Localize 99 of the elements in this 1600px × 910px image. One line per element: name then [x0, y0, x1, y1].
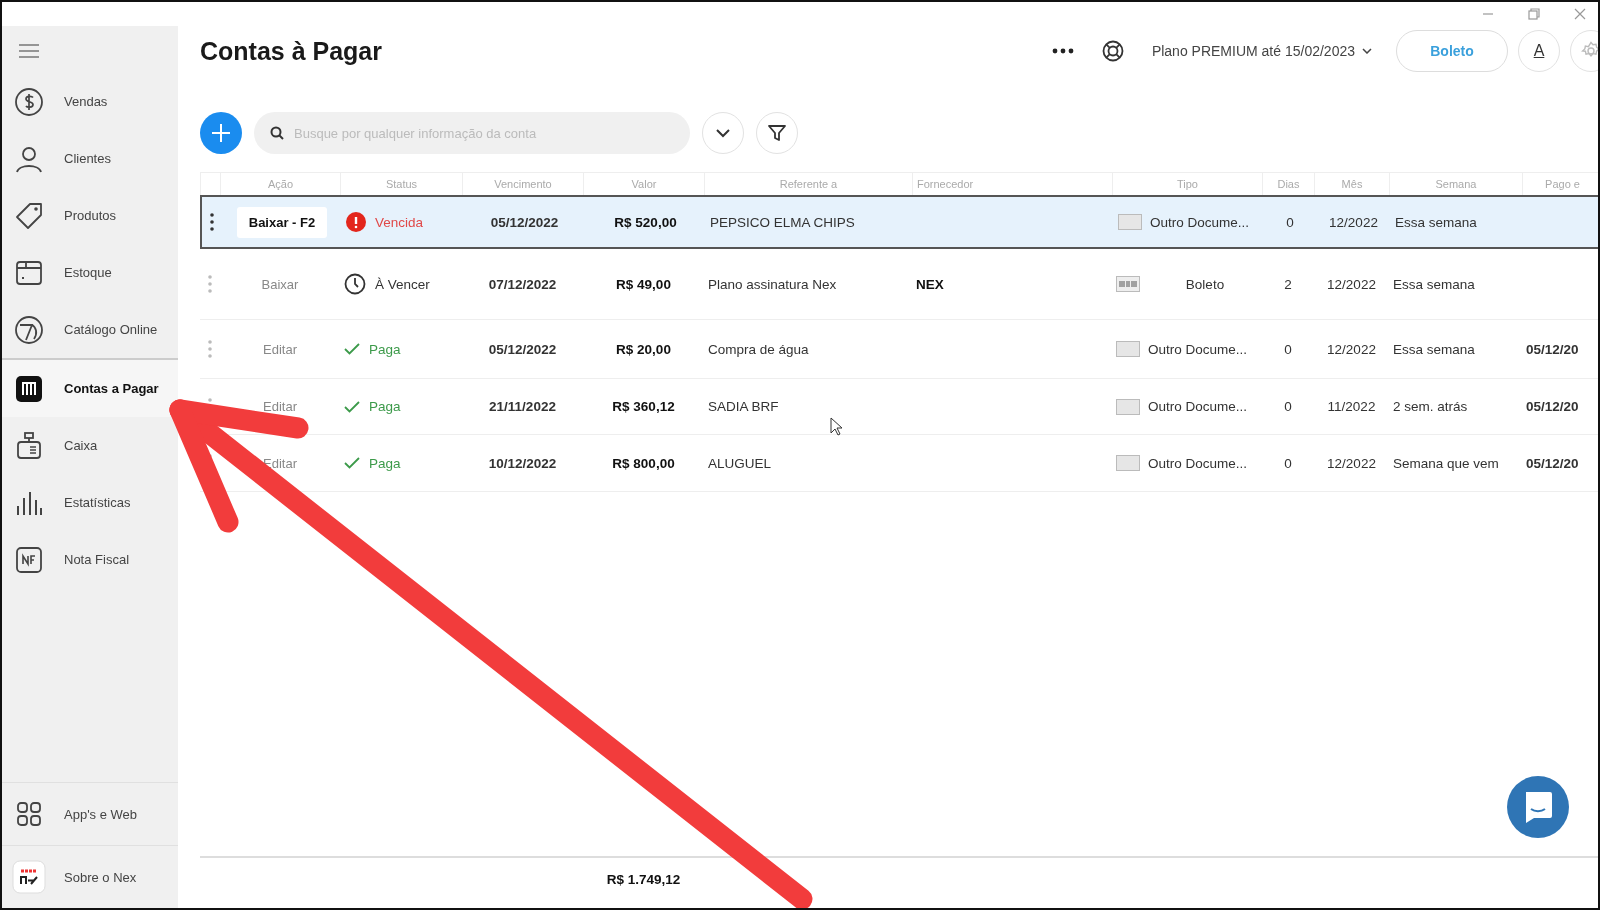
dollar-icon: [14, 86, 44, 117]
table-row[interactable]: Editar Paga 05/12/2022 R$ 20,00 Compra de água Outro Docume... 0 12/2022 Essa semana 05/12/20: [200, 320, 1598, 379]
table-cell-text: 0: [1283, 341, 1293, 357]
table-cell-text: R$ 20,00: [615, 341, 672, 357]
catalog-icon: [14, 314, 44, 345]
table-cell-text: ALUGUEL: [707, 455, 773, 471]
sidebar-item[interactable]: Sobre o Nex: [2, 845, 178, 908]
table-cell-text: Plano assinatura Nex: [707, 276, 838, 292]
table-cell-text: 10/12/2022: [487, 455, 558, 471]
add-button[interactable]: [200, 112, 242, 154]
table-cell-text: PEPSICO ELMA CHIPS: [709, 214, 856, 230]
table-cell-text: 05/12/2022: [489, 214, 560, 230]
status-text: Paga: [369, 341, 401, 357]
menu-icon[interactable]: [18, 43, 40, 59]
clock-icon: [344, 273, 366, 295]
font-button[interactable]: A: [1518, 30, 1560, 72]
sidebar-item[interactable]: Caixa: [2, 417, 178, 474]
table-cell: Outro Docume...: [1148, 399, 1248, 414]
table-cell: 05/12/20: [1526, 399, 1579, 414]
search-icon: [270, 126, 284, 140]
table-cell: Outro Docume...: [1150, 214, 1250, 230]
table-cell-text: Essa semana: [1392, 341, 1476, 357]
expand-button[interactable]: [702, 112, 744, 154]
table-cell-text: 12/2022: [1328, 214, 1379, 230]
plus-icon: [211, 123, 231, 143]
status-text: Paga: [369, 399, 401, 414]
table-cell-text: 05/12/2022: [487, 341, 558, 357]
status-text: À Vencer: [375, 276, 430, 292]
barcode-icon: [1116, 276, 1140, 292]
table-cell: 05/12/20: [1526, 455, 1579, 471]
status-text: Paga: [369, 455, 401, 471]
lifebuoy-icon[interactable]: [1101, 40, 1124, 62]
table-cell-text: 2 sem. atrás: [1392, 399, 1469, 414]
sidebar-item[interactable]: Vendas: [2, 73, 178, 130]
sidebar-item[interactable]: Clientes: [2, 130, 178, 187]
table-cell-text: 2: [1283, 276, 1293, 292]
document-icon: [1118, 214, 1142, 230]
restore-icon[interactable]: [1528, 8, 1540, 20]
document-icon: [1116, 341, 1140, 357]
close-icon[interactable]: [1574, 8, 1586, 20]
table-cell-text: Essa semana: [1394, 214, 1478, 230]
document-icon: [1116, 455, 1140, 471]
cash-register-icon: [14, 430, 44, 461]
filter-icon: [767, 123, 787, 143]
check-icon: [344, 400, 360, 413]
table-row[interactable]: Baixar À Vencer 07/12/2022 R$ 49,00 Plano assinatura Nex NEX Boleto 2 12/2022 Essa semana: [200, 249, 1598, 320]
sidebar-item[interactable]: Estoque: [2, 244, 178, 301]
table-cell-text: 0: [1283, 399, 1293, 414]
action-button[interactable]: Baixar: [257, 268, 303, 300]
chevron-down-icon: [715, 128, 731, 138]
table-cell-text: 07/12/2022: [487, 276, 558, 292]
barcode-icon: [15, 374, 43, 403]
table-cell-text: Compra de água: [707, 341, 810, 357]
table-row[interactable]: Editar Paga 21/11/2022 R$ 360,12 SADIA BRF Outro Docume... 0 11/2022 2 sem. atrás 05/12/20: [200, 379, 1598, 435]
chevron-down-icon: [1362, 48, 1372, 54]
action-button[interactable]: Editar: [259, 333, 301, 365]
table-cell-text: 12/2022: [1326, 276, 1377, 292]
table-cell-text: R$ 520,00: [613, 214, 678, 230]
table-cell-text: R$ 49,00: [615, 276, 672, 292]
sidebar-item[interactable]: Catálogo Online: [2, 301, 178, 358]
table-row[interactable]: Baixar - F2 Vencida 05/12/2022 R$ 520,00 PEPSICO ELMA CHIPS Outro Docume... 0 12/2022 Essa semana: [200, 195, 1598, 249]
action-button[interactable]: Baixar - F2: [236, 206, 328, 238]
table-cell-text: 12/2022: [1326, 341, 1377, 357]
cursor-icon: [830, 417, 844, 437]
table-cell-text: 12/2022: [1326, 455, 1377, 471]
app-logo-icon: [12, 860, 46, 894]
grid-icon: [16, 801, 42, 827]
table-cell-text: Essa semana: [1392, 276, 1476, 292]
filter-button[interactable]: [756, 112, 798, 154]
table-cell-text: 11/2022: [1326, 399, 1377, 414]
table-cell-text: R$ 360,12: [611, 399, 676, 414]
table-cell-text: R$ 800,00: [611, 455, 676, 471]
table-cell-text: SADIA BRF: [707, 399, 780, 414]
alert-icon: [346, 212, 366, 232]
page-title: Contas à Pagar: [200, 36, 382, 66]
table-cell-text: 21/11/2022: [488, 399, 557, 414]
check-icon: [344, 457, 360, 469]
sidebar-item[interactable]: App's e Web: [2, 782, 178, 845]
status-text: Vencida: [375, 214, 424, 230]
plan-dropdown[interactable]: Plano PREMIUM até 15/02/2023: [1151, 43, 1372, 59]
tag-icon: [14, 200, 44, 231]
sidebar-item[interactable]: Estatísticas: [2, 474, 178, 531]
sidebar-item[interactable]: Nota Fiscal: [2, 531, 178, 588]
table-cell-text: 0: [1285, 214, 1295, 230]
sidebar-item[interactable]: Produtos: [2, 187, 178, 244]
document-icon: [1116, 398, 1140, 415]
nf-icon: [14, 544, 44, 575]
check-icon: [344, 343, 360, 355]
total-value: R$ 1.749,12: [605, 871, 682, 887]
sidebar-item[interactable]: Contas a Pagar: [2, 358, 178, 417]
table-cell-text: Boleto: [1184, 276, 1226, 292]
table-cell: Outro Docume...: [1148, 455, 1248, 471]
more-icon[interactable]: [1051, 48, 1074, 54]
table-cell-text: Semana que vem: [1392, 455, 1500, 471]
action-button[interactable]: Editar: [259, 391, 301, 422]
table-cell-text: 0: [1283, 455, 1293, 471]
table-cell: Outro Docume...: [1148, 341, 1248, 357]
table-cell: NEX: [916, 276, 944, 292]
table-cell: 05/12/20: [1526, 341, 1579, 357]
